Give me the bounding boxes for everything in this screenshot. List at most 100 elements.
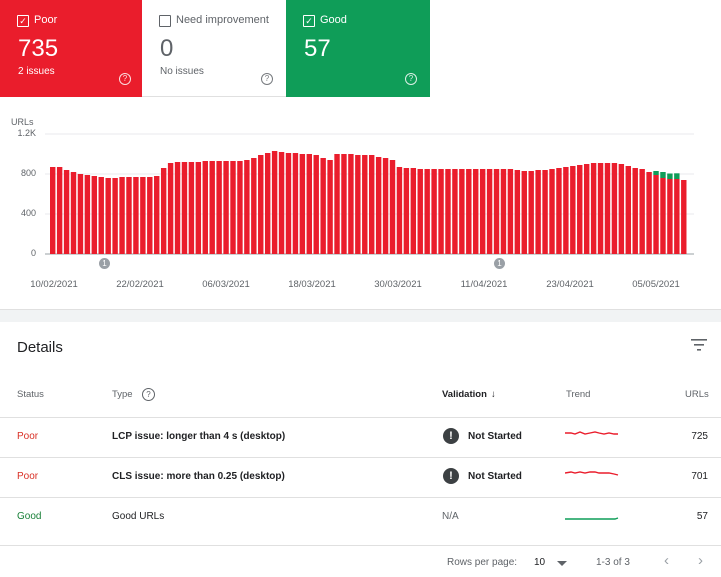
- poor-bar[interactable]: [188, 162, 195, 254]
- poor-bar[interactable]: [119, 177, 125, 254]
- poor-bar[interactable]: [375, 157, 382, 254]
- poor-bar[interactable]: [369, 155, 375, 254]
- poor-bar[interactable]: [77, 174, 84, 254]
- sort-arrow-icon[interactable]: ↓: [491, 389, 496, 400]
- filter-icon[interactable]: [690, 338, 708, 352]
- chart-annotation-marker[interactable]: 1: [99, 258, 110, 269]
- poor-bar[interactable]: [223, 161, 229, 254]
- poor-bar[interactable]: [445, 169, 451, 254]
- poor-bar[interactable]: [181, 162, 188, 254]
- poor-bar[interactable]: [493, 169, 500, 254]
- type-help-icon[interactable]: ?: [142, 388, 155, 401]
- poor-bar[interactable]: [646, 172, 652, 254]
- poor-bar[interactable]: [611, 163, 618, 254]
- poor-bar[interactable]: [452, 169, 458, 254]
- poor-bar[interactable]: [410, 168, 417, 254]
- poor-bar[interactable]: [618, 164, 625, 254]
- poor-bar[interactable]: [126, 177, 132, 254]
- poor-bar[interactable]: [528, 171, 534, 254]
- poor-bar[interactable]: [417, 169, 423, 254]
- poor-bar[interactable]: [667, 179, 673, 254]
- poor-bar[interactable]: [133, 177, 139, 254]
- chevron-down-icon[interactable]: [557, 561, 567, 566]
- poor-bar[interactable]: [271, 151, 278, 254]
- column-validation[interactable]: Validation: [442, 389, 487, 400]
- poor-bar[interactable]: [285, 153, 292, 254]
- poor-bar[interactable]: [424, 169, 430, 254]
- poor-bar[interactable]: [216, 161, 222, 254]
- poor-bar[interactable]: [653, 175, 659, 254]
- poor-bar[interactable]: [334, 154, 340, 254]
- poor-card[interactable]: ✓ Poor 735 2 issues ?: [0, 0, 144, 97]
- poor-bar[interactable]: [556, 168, 562, 254]
- poor-bar[interactable]: [174, 162, 181, 254]
- poor-bar[interactable]: [258, 155, 264, 254]
- poor-bar[interactable]: [230, 161, 236, 254]
- column-type[interactable]: Type: [112, 389, 133, 400]
- good-bar[interactable]: [660, 172, 666, 178]
- poor-bar[interactable]: [251, 158, 257, 254]
- table-row[interactable]: Good Good URLs N/A 57: [0, 497, 721, 538]
- good-bar[interactable]: [653, 171, 659, 175]
- poor-bar[interactable]: [570, 166, 576, 254]
- poor-bar[interactable]: [403, 168, 410, 254]
- poor-bar[interactable]: [313, 155, 319, 254]
- poor-bar[interactable]: [202, 161, 208, 254]
- poor-bar[interactable]: [264, 153, 271, 254]
- poor-bar[interactable]: [50, 167, 56, 254]
- row-type[interactable]: LCP issue: longer than 4 s (desktop): [112, 431, 285, 442]
- table-row[interactable]: Poor LCP issue: longer than 4 s (desktop…: [0, 417, 721, 458]
- poor-bar[interactable]: [348, 154, 354, 254]
- poor-bar[interactable]: [590, 163, 597, 254]
- need-improvement-help-icon[interactable]: ?: [261, 73, 273, 85]
- poor-bar[interactable]: [632, 168, 638, 254]
- poor-bar[interactable]: [63, 170, 70, 254]
- poor-bar[interactable]: [389, 160, 396, 254]
- poor-bar[interactable]: [542, 170, 548, 254]
- poor-bar[interactable]: [549, 169, 555, 254]
- poor-bar[interactable]: [535, 170, 541, 254]
- rows-per-page-select[interactable]: 10: [534, 557, 545, 568]
- poor-bar[interactable]: [479, 169, 486, 254]
- poor-bar[interactable]: [604, 163, 611, 254]
- need-improvement-checkbox[interactable]: [159, 15, 171, 27]
- poor-bar[interactable]: [195, 162, 202, 254]
- poor-bar[interactable]: [355, 155, 361, 254]
- poor-bar[interactable]: [583, 164, 590, 254]
- poor-bar[interactable]: [639, 169, 645, 254]
- poor-bar[interactable]: [98, 177, 104, 254]
- poor-bar[interactable]: [563, 167, 569, 254]
- table-row[interactable]: Poor CLS issue: more than 0.25 (desktop)…: [0, 457, 721, 498]
- poor-bar[interactable]: [438, 169, 444, 254]
- prev-page-button[interactable]: ‹: [664, 552, 669, 569]
- good-card[interactable]: ✓ Good 57 ?: [286, 0, 430, 97]
- poor-bar[interactable]: [56, 167, 63, 254]
- poor-bar[interactable]: [154, 176, 160, 254]
- poor-bar[interactable]: [147, 177, 153, 254]
- row-type[interactable]: CLS issue: more than 0.25 (desktop): [112, 471, 285, 482]
- poor-bar[interactable]: [507, 169, 514, 254]
- column-urls[interactable]: URLs: [685, 389, 709, 400]
- poor-bar[interactable]: [299, 154, 306, 254]
- poor-bar[interactable]: [577, 165, 583, 254]
- poor-bar[interactable]: [112, 178, 118, 254]
- poor-bar[interactable]: [362, 155, 368, 254]
- poor-bar[interactable]: [160, 168, 167, 254]
- poor-bar[interactable]: [292, 153, 299, 254]
- poor-bar[interactable]: [396, 167, 403, 254]
- poor-bar[interactable]: [341, 154, 347, 254]
- poor-bar[interactable]: [105, 178, 111, 254]
- good-bar[interactable]: [674, 173, 680, 179]
- poor-bar[interactable]: [486, 169, 493, 254]
- poor-bar[interactable]: [473, 169, 479, 254]
- poor-bar[interactable]: [459, 169, 465, 254]
- poor-bar[interactable]: [167, 163, 174, 254]
- next-page-button[interactable]: ›: [698, 552, 703, 569]
- poor-bar[interactable]: [244, 160, 250, 254]
- poor-bar[interactable]: [500, 169, 507, 254]
- poor-bar[interactable]: [625, 166, 631, 254]
- poor-bar[interactable]: [466, 169, 472, 254]
- poor-bar[interactable]: [660, 178, 666, 254]
- chart-annotation-marker[interactable]: 1: [494, 258, 505, 269]
- poor-bar[interactable]: [327, 160, 333, 254]
